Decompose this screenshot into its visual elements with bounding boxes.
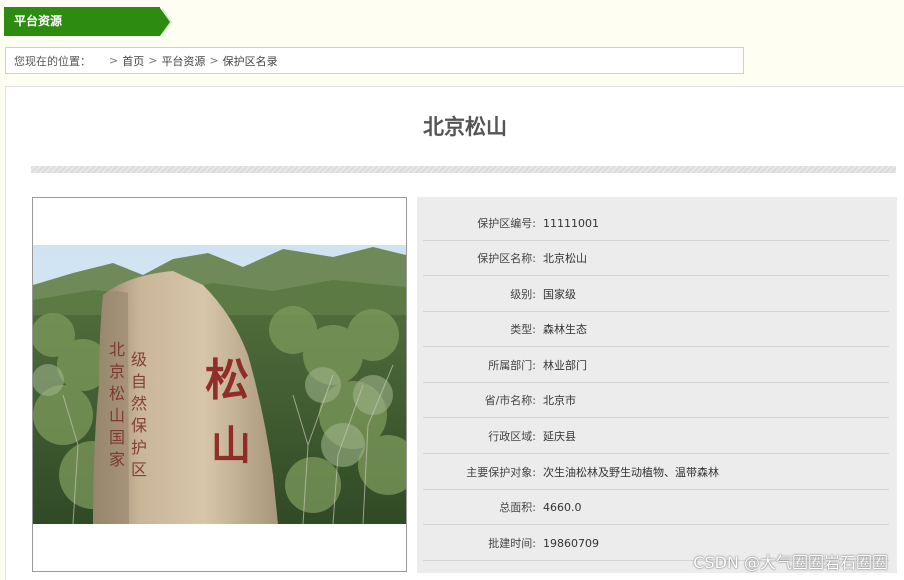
page-title: 北京松山 bbox=[423, 115, 507, 139]
detail-label: 总面积: bbox=[499, 501, 536, 514]
breadcrumb-separator: > bbox=[148, 54, 158, 67]
detail-label: 行政区域: bbox=[488, 430, 536, 443]
svg-text:山: 山 bbox=[211, 422, 251, 469]
breadcrumb-reserve-list-link[interactable]: 保护区名录 bbox=[223, 53, 278, 69]
detail-value: 4660.0 bbox=[543, 500, 582, 514]
svg-text:松: 松 bbox=[205, 355, 249, 406]
breadcrumb: 您现在的位置： > 首页 > 平台资源 > 保护区名录 bbox=[5, 47, 744, 74]
svg-text:山: 山 bbox=[109, 406, 125, 425]
section-tab[interactable]: 平台资源 bbox=[4, 7, 172, 36]
svg-text:松: 松 bbox=[109, 384, 125, 403]
detail-value: 林业部门 bbox=[543, 359, 587, 372]
detail-value: 19860709 bbox=[543, 536, 599, 550]
detail-value: 次生油松林及野生动植物、温带森林 bbox=[543, 466, 719, 479]
svg-text:国: 国 bbox=[109, 428, 125, 447]
detail-label: 保护区编号: bbox=[477, 217, 536, 230]
svg-text:护: 护 bbox=[131, 438, 147, 457]
svg-text:然: 然 bbox=[131, 394, 147, 413]
detail-row-province: 省/市名称: 北京市 bbox=[423, 383, 889, 418]
detail-row-reserve-name: 保护区名称: 北京松山 bbox=[423, 241, 889, 276]
detail-label: 主要保护对象: bbox=[466, 466, 536, 479]
breadcrumb-separator: > bbox=[209, 54, 219, 67]
detail-value: 11111001 bbox=[543, 216, 599, 230]
detail-label: 保护区名称: bbox=[477, 252, 536, 265]
svg-text:级: 级 bbox=[131, 350, 147, 369]
detail-label: 批建时间: bbox=[488, 537, 536, 550]
breadcrumb-home-link[interactable]: 首页 bbox=[122, 53, 144, 69]
breadcrumb-platform-link[interactable]: 平台资源 bbox=[161, 53, 205, 69]
reserve-photo-image: 北 京 松 山 国 家 级 自 然 保 护 区 松 山 bbox=[33, 245, 406, 524]
detail-value: 延庆县 bbox=[543, 430, 576, 443]
svg-text:区: 区 bbox=[131, 460, 147, 479]
detail-row-type: 类型: 森林生态 bbox=[423, 312, 889, 347]
breadcrumb-prefix: 您现在的位置： bbox=[14, 54, 91, 68]
detail-value: 北京松山 bbox=[543, 252, 587, 265]
detail-label: 所属部门: bbox=[488, 359, 536, 372]
detail-row-department: 所属部门: 林业部门 bbox=[423, 348, 889, 383]
section-tab-label: 平台资源 bbox=[4, 7, 160, 36]
detail-value: 国家级 bbox=[543, 288, 576, 301]
detail-row-reserve-id: 保护区编号: 11111001 bbox=[423, 206, 889, 241]
reserve-photo-frame: 北 京 松 山 国 家 级 自 然 保 护 区 松 山 bbox=[32, 197, 407, 572]
detail-row-district: 行政区域: 延庆县 bbox=[423, 419, 889, 454]
reserve-details: 保护区编号: 11111001 保护区名称: 北京松山 级别: 国家级 类型: … bbox=[417, 197, 897, 573]
detail-row-level: 级别: 国家级 bbox=[423, 277, 889, 312]
detail-row-protected-targets: 主要保护对象: 次生油松林及野生动植物、温带森林 bbox=[423, 455, 889, 490]
detail-value: 森林生态 bbox=[543, 323, 587, 336]
title-divider bbox=[31, 166, 896, 173]
watermark: CSDN @大气圈圈岩石圈圈 bbox=[693, 553, 888, 572]
detail-label: 级别: bbox=[510, 288, 536, 301]
detail-row-total-area: 总面积: 4660.0 bbox=[423, 490, 889, 525]
reserve-photo: 北 京 松 山 国 家 级 自 然 保 护 区 松 山 bbox=[33, 245, 406, 524]
breadcrumb-separator: > bbox=[109, 54, 119, 67]
svg-text:京: 京 bbox=[109, 362, 125, 381]
detail-value: 北京市 bbox=[543, 394, 576, 407]
svg-text:保: 保 bbox=[131, 416, 147, 435]
detail-label: 省/市名称: bbox=[484, 394, 536, 407]
svg-text:北: 北 bbox=[109, 340, 125, 359]
svg-text:自: 自 bbox=[131, 372, 147, 391]
svg-text:家: 家 bbox=[109, 450, 125, 469]
detail-label: 类型: bbox=[510, 323, 536, 336]
section-tab-arrow-icon bbox=[160, 7, 170, 36]
main-panel: 北京松山 北 京 松 山 国 家 级 自 然 保 护 区 松 山 保护区编号: … bbox=[5, 86, 904, 580]
